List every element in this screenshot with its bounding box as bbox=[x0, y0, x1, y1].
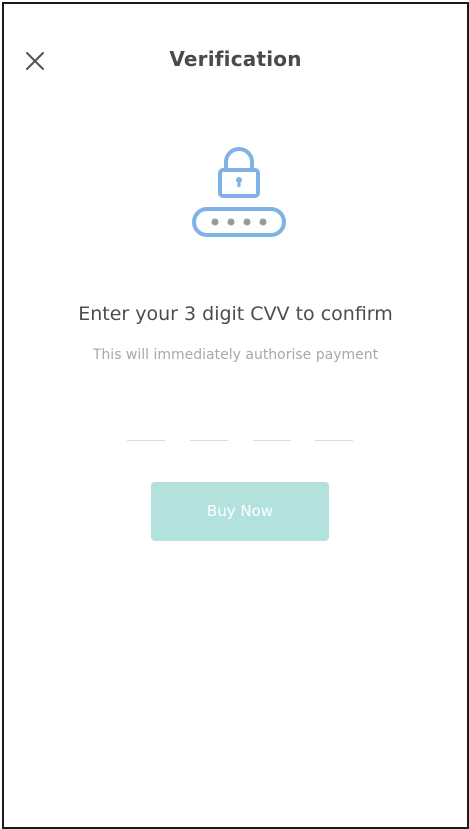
cvv-input-group bbox=[127, 440, 354, 442]
buy-now-button[interactable]: Buy Now bbox=[151, 482, 329, 541]
cvv-digit-slot[interactable] bbox=[315, 440, 353, 441]
padlock-password-icon bbox=[188, 147, 290, 241]
cvv-digit-slot[interactable] bbox=[253, 440, 291, 441]
cvv-digit-slot[interactable] bbox=[190, 440, 228, 441]
cvv-hint: This will immediately authorise payment bbox=[92, 347, 379, 363]
page-title: Verification bbox=[169, 47, 302, 71]
cvv-digit-slot[interactable] bbox=[127, 440, 165, 441]
verification-screen: Verification Enter your 3 digit CVV to c… bbox=[2, 2, 469, 829]
cvv-prompt: Enter your 3 digit CVV to confirm bbox=[78, 303, 393, 325]
